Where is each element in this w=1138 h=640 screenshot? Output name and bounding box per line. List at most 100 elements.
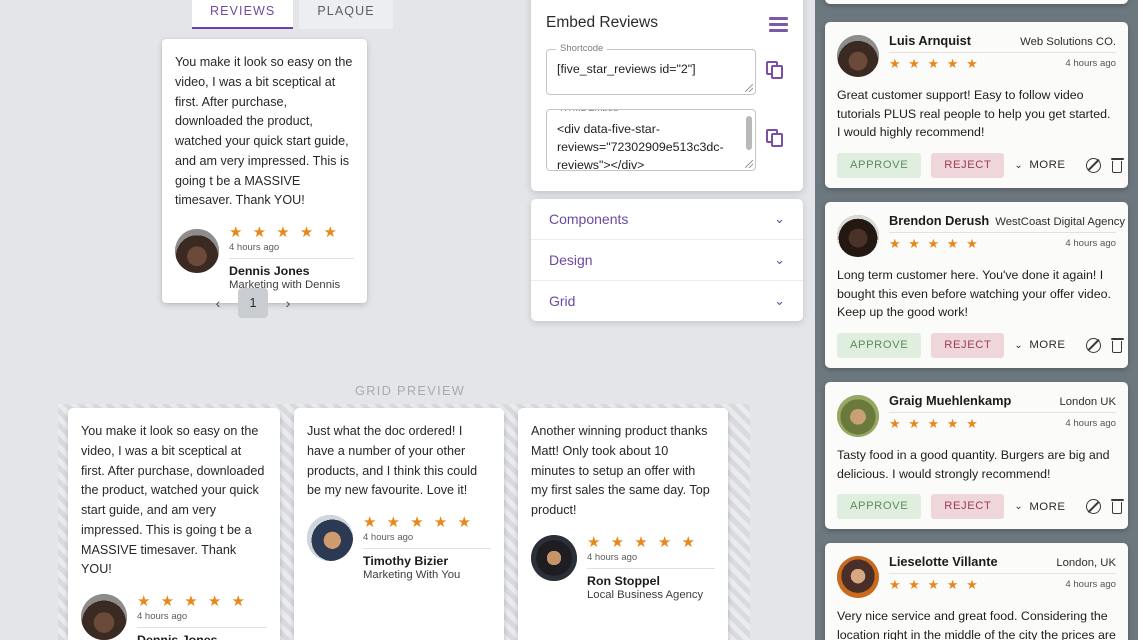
card-header-text: Luis Arnquist Web Solutions CO. ★ ★ ★ ★ … bbox=[889, 31, 1116, 77]
grid-preview-cards: You make it look so easy on the video, I… bbox=[58, 404, 750, 640]
star-rating: ★ ★ ★ ★ ★ bbox=[889, 416, 980, 431]
reviewer-location: Web Solutions CO. bbox=[1020, 36, 1116, 48]
next-page-button[interactable]: › bbox=[280, 289, 296, 317]
html-embed-field[interactable]: HTML Embed <div data-five-star-reviews="… bbox=[546, 108, 756, 171]
star-rating: ★ ★ ★ ★ ★ bbox=[889, 577, 980, 592]
shortcode-row: Shortcode [five_star_reviews id="2"] bbox=[546, 42, 788, 95]
review-timestamp: 4 hours ago bbox=[1065, 58, 1116, 70]
reviewer-company: Marketing With You bbox=[363, 568, 461, 581]
accordion-item-grid[interactable]: Grid ⌄ bbox=[531, 281, 803, 321]
review-moderation-card: Brendon Derush WestCoast Digital Agency … bbox=[825, 202, 1128, 369]
reviewer-name: Luis Arnquist bbox=[889, 33, 971, 48]
divider bbox=[889, 573, 1116, 574]
more-label: MORE bbox=[1029, 500, 1066, 513]
chevron-down-icon: ⌄ bbox=[774, 211, 785, 226]
grid-card: Just what the doc ordered! I have a numb… bbox=[294, 408, 504, 640]
divider bbox=[137, 626, 267, 628]
grid-preview-label: GRID PREVIEW bbox=[355, 383, 466, 398]
avatar bbox=[531, 534, 577, 581]
trash-icon[interactable] bbox=[1110, 157, 1124, 173]
review-moderation-card: Lieselotte Villante London, UK ★ ★ ★ ★ ★… bbox=[825, 543, 1128, 640]
accordion-item-components[interactable]: Components ⌄ bbox=[531, 199, 803, 240]
chevron-down-icon: ⌄ bbox=[1014, 339, 1024, 351]
more-button[interactable]: ⌄ MORE bbox=[1014, 339, 1065, 351]
block-icon[interactable] bbox=[1085, 337, 1101, 353]
review-body: Long term customer here. You've done it … bbox=[837, 268, 1111, 320]
review-footer: ★ ★ ★ ★ ★ 4 hours ago Dennis Jones Marke… bbox=[175, 225, 354, 291]
reject-button[interactable]: REJECT bbox=[931, 494, 1005, 520]
chevron-down-icon: ⌄ bbox=[774, 293, 785, 308]
star-rating: ★ ★ ★ ★ ★ bbox=[587, 533, 698, 551]
html-embed-row: HTML Embed <div data-five-star-reviews="… bbox=[546, 108, 788, 171]
reviewer-name: Timothy Bizier bbox=[363, 553, 449, 568]
star-rating: ★ ★ ★ ★ ★ bbox=[889, 56, 980, 71]
block-icon[interactable] bbox=[1085, 499, 1101, 515]
accordion-label: Grid bbox=[549, 293, 576, 309]
scrollbar-thumb[interactable] bbox=[746, 115, 752, 150]
embed-panel-title: Embed Reviews bbox=[546, 14, 658, 31]
review-text: You make it look so easy on the video, I… bbox=[175, 55, 353, 208]
chevron-down-icon: ⌄ bbox=[1014, 159, 1024, 171]
card-header: Brendon Derush WestCoast Digital Agency … bbox=[837, 211, 1125, 257]
page-number-1[interactable]: 1 bbox=[238, 288, 268, 318]
divider bbox=[587, 567, 715, 569]
reviewer-name: Graig Muehlenkamp bbox=[889, 393, 1012, 408]
review-body: Very nice service and great food. Consid… bbox=[837, 609, 1116, 640]
pagination: ‹ 1 › bbox=[210, 288, 296, 318]
resize-handle[interactable] bbox=[745, 159, 753, 168]
divider bbox=[889, 52, 1116, 53]
shortcode-field[interactable]: Shortcode [five_star_reviews id="2"] bbox=[546, 42, 756, 95]
card-actions: APPROVE REJECT ⌄ MORE bbox=[837, 332, 1124, 359]
html-embed-value: <div data-five-star-reviews="72302909e51… bbox=[557, 121, 724, 171]
accordion-item-design[interactable]: Design ⌄ bbox=[531, 240, 803, 281]
review-text: Another winning product thanks Matt! Onl… bbox=[531, 424, 710, 518]
reviewer-location: London, UK bbox=[1056, 557, 1116, 569]
review-timestamp: 4 hours ago bbox=[363, 531, 414, 543]
copy-icon[interactable] bbox=[766, 128, 788, 151]
avatar bbox=[837, 556, 879, 598]
review-text: Just what the doc ordered! I have a numb… bbox=[307, 424, 478, 498]
reject-button[interactable]: REJECT bbox=[931, 332, 1005, 359]
review-body: Tasty food in a good quantity. Burgers a… bbox=[837, 448, 1110, 481]
review-text: You make it look so easy on the video, I… bbox=[81, 424, 265, 577]
reviewer-name: Brendon Derush bbox=[889, 213, 990, 228]
star-rating: ★ ★ ★ ★ ★ bbox=[889, 236, 980, 251]
star-rating: ★ ★ ★ ★ ★ bbox=[363, 514, 474, 532]
approve-button[interactable]: APPROVE bbox=[837, 332, 922, 359]
more-button[interactable]: ⌄ MORE bbox=[1014, 501, 1065, 513]
review-meta: ★ ★ ★ ★ ★ 4 hours ago Timothy Bizier Mar… bbox=[363, 515, 491, 581]
reject-button[interactable]: REJECT bbox=[931, 152, 1005, 179]
shortcode-value: [five_star_reviews id="2"] bbox=[557, 61, 696, 76]
app-root: REVIEWS PLAQUE You make it look so easy … bbox=[0, 0, 1138, 640]
copy-icon[interactable] bbox=[766, 60, 788, 83]
tab-reviews[interactable]: REVIEWS bbox=[192, 0, 294, 29]
trash-icon[interactable] bbox=[1110, 499, 1124, 515]
resize-handle[interactable] bbox=[745, 83, 753, 92]
reviewer-location: WestCoast Digital Agency bbox=[995, 216, 1126, 228]
tab-plaque[interactable]: PLAQUE bbox=[299, 0, 393, 29]
review-footer: ★ ★ ★ ★ ★ 4 hours ago Dennis Jones Marke… bbox=[81, 594, 267, 640]
block-icon[interactable] bbox=[1085, 157, 1101, 173]
reviewer-name: Ron Stoppel bbox=[587, 573, 660, 588]
divider bbox=[363, 547, 491, 549]
prev-page-button[interactable]: ‹ bbox=[210, 289, 226, 317]
more-label: MORE bbox=[1029, 339, 1066, 352]
chevron-down-icon: ⌄ bbox=[774, 252, 785, 267]
hamburger-icon[interactable] bbox=[769, 17, 788, 35]
review-moderation-card: Graig Muehlenkamp London UK ★ ★ ★ ★ ★ 4 … bbox=[825, 382, 1128, 530]
more-button[interactable]: ⌄ MORE bbox=[1014, 159, 1065, 171]
card-header: Graig Muehlenkamp London UK ★ ★ ★ ★ ★ 4 … bbox=[837, 391, 1116, 437]
card-actions: APPROVE REJECT ⌄ MORE bbox=[837, 152, 1124, 179]
trash-icon[interactable] bbox=[1110, 337, 1124, 353]
card-header-text: Brendon Derush WestCoast Digital Agency … bbox=[889, 211, 1125, 257]
approve-button[interactable]: APPROVE bbox=[837, 494, 922, 520]
chevron-down-icon: ⌄ bbox=[1014, 501, 1024, 513]
accordion-label: Components bbox=[549, 211, 629, 227]
approve-button[interactable]: APPROVE bbox=[837, 152, 922, 179]
review-timestamp: 4 hours ago bbox=[1065, 238, 1116, 250]
review-timestamp: 4 hours ago bbox=[229, 241, 280, 253]
avatar bbox=[837, 395, 879, 437]
shortcode-legend: Shortcode bbox=[556, 42, 608, 54]
preview-tabs: REVIEWS PLAQUE bbox=[192, 0, 393, 29]
card-actions: APPROVE REJECT ⌄ MORE bbox=[837, 494, 1124, 520]
